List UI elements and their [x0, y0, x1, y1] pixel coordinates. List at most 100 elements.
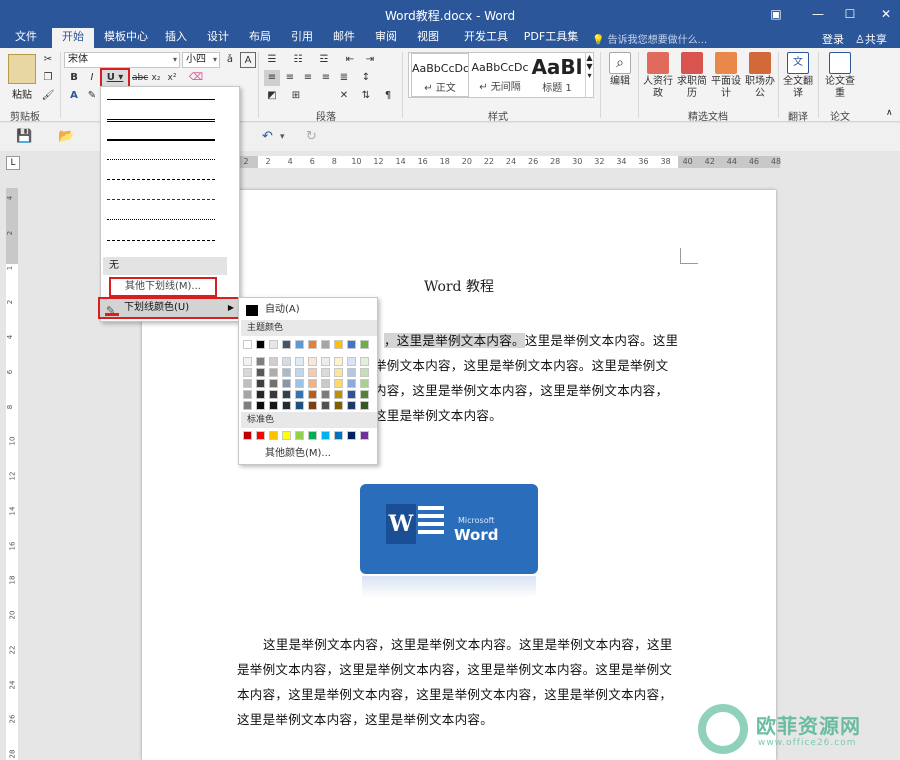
theme-color-swatch[interactable]	[295, 379, 304, 388]
theme-color-swatch[interactable]	[360, 368, 369, 377]
theme-color-swatch[interactable]	[243, 379, 252, 388]
subscript-icon[interactable]: x₂	[148, 70, 164, 86]
paper-check-button[interactable]: 论文查重	[822, 52, 858, 100]
cut-icon[interactable]: ✂	[40, 52, 56, 68]
theme-color-swatch[interactable]	[334, 340, 343, 349]
theme-color-swatch[interactable]	[308, 340, 317, 349]
underline-none-option[interactable]: 无	[103, 257, 227, 275]
theme-color-swatch[interactable]	[334, 379, 343, 388]
theme-color-swatch[interactable]	[360, 401, 369, 410]
theme-color-swatch[interactable]	[243, 368, 252, 377]
theme-color-swatch[interactable]	[295, 357, 304, 366]
theme-color-swatch[interactable]	[360, 357, 369, 366]
shading-icon[interactable]: ◩	[264, 88, 280, 104]
clear-formatting-icon[interactable]: ⌫	[188, 70, 204, 86]
align-center-icon[interactable]: ≡	[282, 70, 298, 86]
theme-color-swatch[interactable]	[282, 340, 291, 349]
open-folder-icon[interactable]: 📂	[58, 129, 74, 144]
theme-color-swatch[interactable]	[269, 379, 278, 388]
standard-color-swatch[interactable]	[360, 431, 369, 440]
theme-color-swatch[interactable]	[295, 368, 304, 377]
tab-review[interactable]: 审阅	[370, 28, 402, 48]
more-underlines-option[interactable]: 其他下划线(M)...	[109, 277, 217, 297]
theme-color-swatch[interactable]	[308, 390, 317, 399]
tell-me-search[interactable]: 💡 告诉我您想要做什么...	[592, 31, 707, 46]
justify-icon[interactable]: ≡	[318, 70, 334, 86]
theme-color-swatch[interactable]	[243, 390, 252, 399]
theme-color-swatch[interactable]	[321, 340, 330, 349]
underline-single-option[interactable]	[107, 89, 215, 109]
editing-button[interactable]: ⌕ 编辑	[602, 52, 638, 88]
theme-color-swatch[interactable]	[282, 368, 291, 377]
theme-color-swatch[interactable]	[334, 401, 343, 410]
distributed-icon[interactable]: ≣	[336, 70, 352, 86]
underline-double-option[interactable]	[107, 109, 215, 129]
theme-color-swatch[interactable]	[256, 390, 265, 399]
more-colors-option[interactable]: 其他颜色(M)...	[243, 448, 375, 460]
theme-color-swatch[interactable]	[269, 390, 278, 399]
tab-references[interactable]: 引用	[286, 28, 318, 48]
template-graphic-design-button[interactable]: 平面设计	[708, 52, 744, 100]
numbering-icon[interactable]: ☷	[290, 52, 306, 68]
vertical-ruler[interactable]: 4 2 1 2 4 6 8 10 12 14 16 18 20 22 24 26 28	[6, 188, 18, 760]
theme-color-swatch[interactable]	[334, 390, 343, 399]
borders-icon[interactable]: ⊞	[288, 88, 304, 104]
tab-mailings[interactable]: 邮件	[328, 28, 360, 48]
horizontal-ruler[interactable]: 2 2 4 6 8 10 12 14 16 18 20 22 24 26 28 30 32 34 36 38 40 42 4…	[240, 156, 781, 168]
theme-color-swatch[interactable]	[282, 379, 291, 388]
tab-insert[interactable]: 插入	[160, 28, 192, 48]
theme-color-swatch[interactable]	[360, 390, 369, 399]
theme-color-swatch[interactable]	[256, 379, 265, 388]
underline-dotted-option[interactable]	[107, 149, 215, 169]
standard-color-swatch[interactable]	[347, 431, 356, 440]
format-painter-icon[interactable]: 🖌	[40, 88, 56, 104]
phonetic-guide-icon[interactable]: ǎ	[222, 52, 238, 68]
theme-color-swatch[interactable]	[321, 379, 330, 388]
theme-color-swatch[interactable]	[334, 357, 343, 366]
style-normal[interactable]: AaBbCcDc ↵ 正文	[411, 53, 469, 97]
asian-layout-icon[interactable]: ✕	[336, 88, 352, 104]
theme-color-swatch[interactable]	[347, 401, 356, 410]
word-logo-image[interactable]: W Microsoft Word	[360, 484, 538, 574]
underline-thick-option[interactable]	[107, 129, 215, 149]
strikethrough-icon[interactable]: abc	[132, 70, 148, 86]
increase-indent-icon[interactable]: ⇥	[362, 52, 378, 68]
minimize-button[interactable]: —	[806, 4, 830, 24]
superscript-icon[interactable]: x²	[164, 70, 180, 86]
text-effects-icon[interactable]: A	[66, 88, 82, 104]
save-icon[interactable]: 💾	[16, 129, 32, 144]
paste-button[interactable]: 粘贴	[12, 86, 32, 101]
tab-template-center[interactable]: 模板中心	[100, 28, 152, 48]
theme-color-swatch[interactable]	[295, 401, 304, 410]
theme-color-swatch[interactable]	[256, 340, 265, 349]
template-hr-admin-button[interactable]: 人资行政	[640, 52, 676, 100]
theme-color-swatch[interactable]	[282, 390, 291, 399]
theme-color-swatch[interactable]	[308, 401, 317, 410]
bullets-icon[interactable]: ☰	[264, 52, 280, 68]
theme-color-swatch[interactable]	[282, 357, 291, 366]
theme-color-swatch[interactable]	[347, 357, 356, 366]
copy-icon[interactable]: ❐	[40, 70, 56, 86]
ribbon-display-options-icon[interactable]: ▣	[764, 4, 788, 24]
theme-color-swatch[interactable]	[269, 357, 278, 366]
theme-color-swatch[interactable]	[282, 401, 291, 410]
style-no-spacing[interactable]: AaBbCcDc ↵ 无间隔	[471, 53, 529, 97]
standard-color-swatch[interactable]	[295, 431, 304, 440]
font-size-select[interactable]: 小四 ▾	[182, 52, 220, 68]
standard-color-swatch[interactable]	[282, 431, 291, 440]
theme-color-swatch[interactable]	[243, 357, 252, 366]
theme-color-swatch[interactable]	[243, 401, 252, 410]
highlight-icon[interactable]: ✎	[84, 88, 100, 104]
style-heading-1[interactable]: AaBl 标题 1	[529, 53, 585, 97]
theme-color-swatch[interactable]	[347, 368, 356, 377]
redo-icon[interactable]: ↻	[306, 129, 317, 144]
multilevel-list-icon[interactable]: ☲	[316, 52, 332, 68]
theme-color-swatch[interactable]	[295, 340, 304, 349]
font-name-select[interactable]: 宋体 ▾	[64, 52, 180, 68]
full-translate-button[interactable]: 文 全文翻译	[780, 52, 816, 100]
underline-button[interactable]: U ▾	[100, 68, 130, 88]
tab-developer[interactable]: 开发工具	[460, 28, 512, 48]
underline-color-option[interactable]: ✎ 下划线颜色(U) ▶	[98, 297, 240, 319]
standard-color-swatch[interactable]	[243, 431, 252, 440]
bold-icon[interactable]: B	[66, 70, 82, 86]
